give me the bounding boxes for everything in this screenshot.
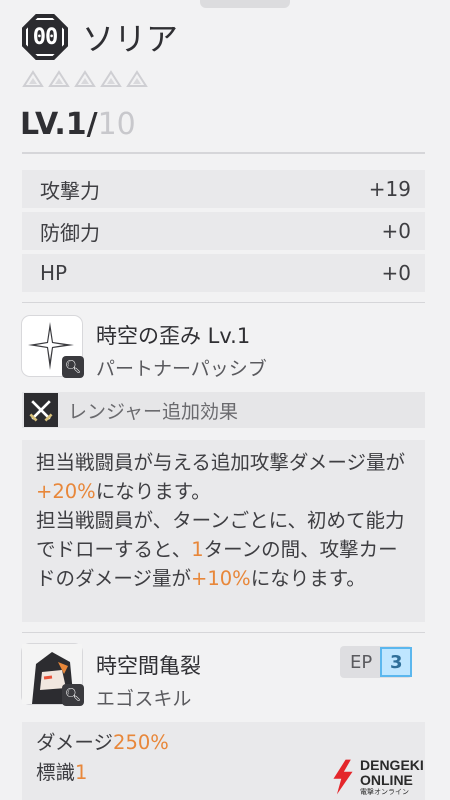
level-max: 10 (97, 107, 136, 142)
character-header: 00 ソリア (22, 12, 178, 62)
star-icon (22, 70, 44, 88)
passive-skill-title: 時空の歪み Lv.1 (96, 324, 251, 348)
crossed-swords-icon (24, 393, 58, 427)
mark-value: 1 (75, 761, 88, 784)
level-display: LV.1/10 (20, 107, 136, 142)
stat-value: +0 (381, 219, 411, 243)
desc-highlight: +20% (36, 480, 96, 503)
watermark-line1: DENGEKI (360, 757, 424, 773)
character-badge: 00 (22, 14, 68, 60)
top-tab-edge (200, 0, 290, 8)
star-icon (100, 70, 122, 88)
stat-label: 防御力 (40, 220, 100, 245)
star-rating (22, 70, 148, 88)
star-icon (48, 70, 70, 88)
ego-skill-icon[interactable]: 🔍︎ (22, 644, 84, 706)
star-icon (126, 70, 148, 88)
passive-description: 担当戦闘員が与える追加攻撃ダメージ量が+20%になります。 担当戦闘員が、ターン… (22, 440, 425, 622)
stat-row-attack: 攻撃力 +19 (22, 170, 425, 208)
ego-skill-title: 時空間亀裂 (96, 654, 201, 678)
ego-skill-type: エゴスキル (96, 688, 192, 710)
desc-highlight: +10% (191, 567, 251, 590)
magnify-icon[interactable]: 🔍︎ (62, 684, 84, 706)
badge-text: 00 (32, 24, 58, 50)
desc-highlight: 1 (191, 538, 204, 561)
ep-label: EP (350, 651, 373, 673)
stat-row-hp: HP +0 (22, 254, 425, 292)
divider (22, 302, 425, 303)
desc-text: 担当戦闘員が与える追加攻撃ダメージ量が (36, 451, 405, 474)
stat-label: 攻撃力 (40, 178, 100, 203)
ranger-bonus-label: レンジャー追加効果 (68, 400, 239, 423)
passive-skill-type: パートナーパッシブ (96, 358, 267, 380)
lightning-logo-icon (333, 759, 353, 795)
stat-value: +0 (381, 261, 411, 285)
star-icon (74, 70, 96, 88)
passive-skill-icon[interactable]: 🔍︎ (22, 316, 84, 378)
stat-row-defense: 防御力 +0 (22, 212, 425, 250)
ep-cost: EP 3 (340, 646, 413, 678)
damage-value: 250% (113, 731, 169, 754)
desc-text: になります。 (95, 480, 211, 503)
dengeki-online-watermark: DENGEKI ONLINE 電撃オンライン (330, 756, 448, 798)
magnify-icon[interactable]: 🔍︎ (62, 356, 84, 378)
character-name: ソリア (82, 20, 179, 58)
damage-label: ダメージ (36, 731, 114, 754)
desc-text: になります。 (250, 567, 366, 590)
stat-label: HP (40, 261, 68, 285)
watermark-line3: 電撃オンライン (360, 788, 409, 796)
mark-label: 標識 (36, 761, 76, 784)
divider (22, 632, 425, 633)
ep-value: 3 (380, 647, 413, 677)
watermark-line2: ONLINE (360, 772, 413, 788)
divider (22, 152, 425, 154)
level-current: LV.1/ (20, 107, 98, 142)
stat-value: +19 (368, 177, 411, 201)
ranger-bonus-bar: レンジャー追加効果 (22, 392, 425, 428)
